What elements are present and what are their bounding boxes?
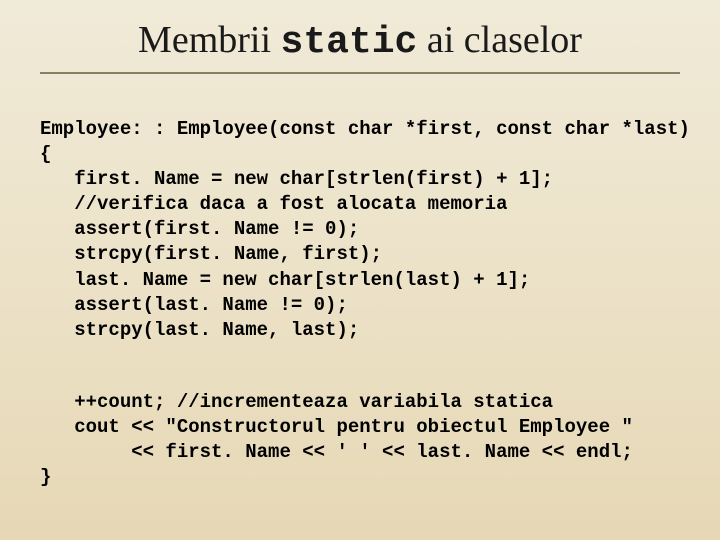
code-line: Employee: : Employee(const char *first, …	[40, 118, 690, 140]
title-divider	[40, 72, 680, 74]
code-line: strcpy(last. Name, last);	[40, 319, 359, 341]
code-line: strcpy(first. Name, first);	[40, 243, 382, 265]
code-line: assert(last. Name != 0);	[40, 294, 348, 316]
title-mono: static	[281, 21, 418, 64]
code-line: }	[40, 466, 51, 488]
slide-title: Membrii static ai claselor	[40, 18, 680, 64]
code-line: cout << "Constructorul pentru obiectul E…	[40, 416, 633, 438]
code-line: ++count; //incrementeaza variabila stati…	[40, 391, 553, 413]
code-line: assert(first. Name != 0);	[40, 218, 359, 240]
code-line: {	[40, 143, 51, 165]
slide-container: Membrii static ai claselor Employee: : E…	[0, 0, 720, 540]
code-block-1: Employee: : Employee(const char *first, …	[40, 92, 680, 343]
code-block-2: ++count; //incrementeaza variabila stati…	[40, 365, 680, 490]
title-part2: ai claselor	[417, 19, 582, 61]
code-line: //verifica daca a fost alocata memoria	[40, 193, 507, 215]
code-line: last. Name = new char[strlen(last) + 1];	[40, 269, 530, 291]
code-line: first. Name = new char[strlen(first) + 1…	[40, 168, 553, 190]
code-line: << first. Name << ' ' << last. Name << e…	[40, 441, 633, 463]
title-part1: Membrii	[138, 19, 280, 61]
